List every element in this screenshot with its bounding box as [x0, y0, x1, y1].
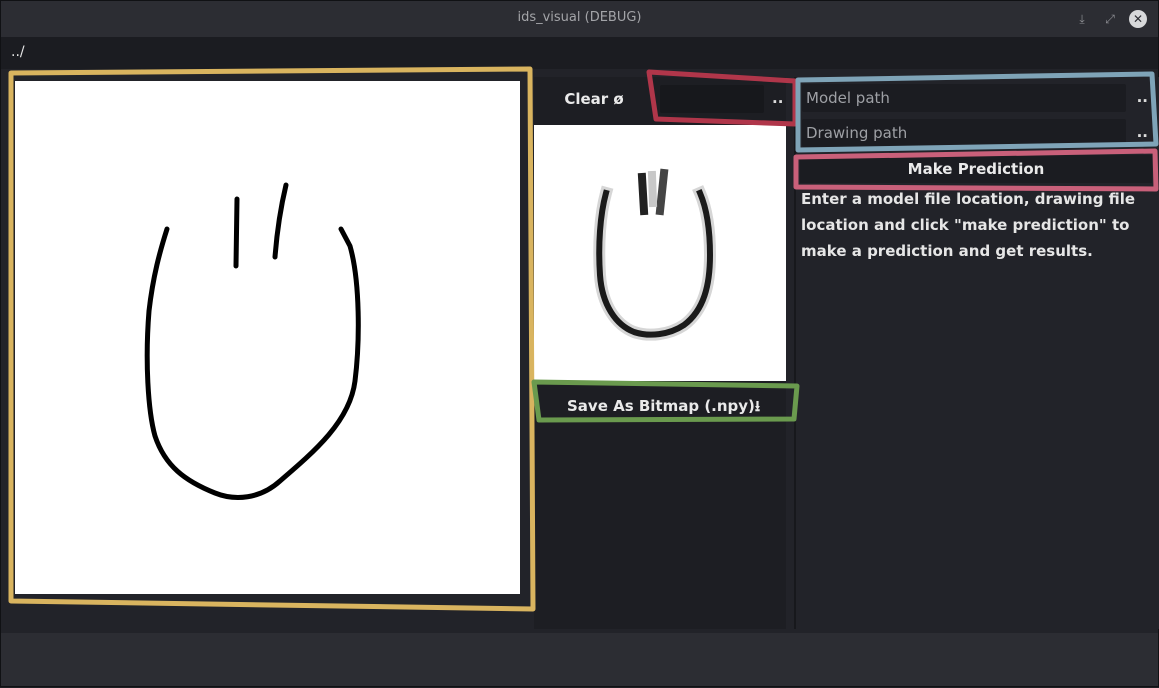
save-path-field[interactable]: [660, 85, 764, 113]
bitmap-preview: [534, 125, 786, 381]
save-path-browse-button[interactable]: ..: [772, 89, 783, 107]
bitmap-preview-image: [593, 168, 717, 341]
instructions-text: Enter a model file location, drawing fil…: [801, 190, 1136, 260]
make-prediction-button[interactable]: Make Prediction: [800, 155, 1152, 183]
prediction-panel: Model path .. Drawing path .. Make Predi…: [794, 77, 1159, 629]
title-bar[interactable]: ids_visual (DEBUG) ⤓ ⤢ ✕: [1, 1, 1158, 37]
status-bar: [1, 633, 1158, 686]
drawing-canvas[interactable]: [15, 81, 520, 594]
drawing-path-browse-button[interactable]: ..: [1137, 123, 1148, 141]
minimize-icon[interactable]: ⤓: [1073, 10, 1091, 28]
drawing-path-input[interactable]: Drawing path: [802, 119, 1126, 147]
app-window: ids_visual (DEBUG) ⤓ ⤢ ✕ ../ Clear ø ..: [0, 0, 1159, 687]
save-bitmap-button[interactable]: Save As Bitmap (.npy)⭳: [534, 389, 786, 423]
drawing-strokes: [144, 182, 361, 500]
maximize-icon[interactable]: ⤢: [1101, 10, 1119, 28]
model-path-input[interactable]: Model path: [802, 84, 1126, 112]
window-title: ids_visual (DEBUG): [517, 10, 642, 25]
current-path[interactable]: ../: [11, 44, 25, 60]
close-icon[interactable]: ✕: [1129, 10, 1147, 28]
bitmap-panel: Clear ø .. Save As Bitmap (.npy)⭳: [534, 77, 786, 629]
clear-button[interactable]: Clear ø: [534, 77, 654, 121]
model-path-browse-button[interactable]: ..: [1137, 88, 1148, 106]
path-bar: ../: [1, 37, 1158, 69]
